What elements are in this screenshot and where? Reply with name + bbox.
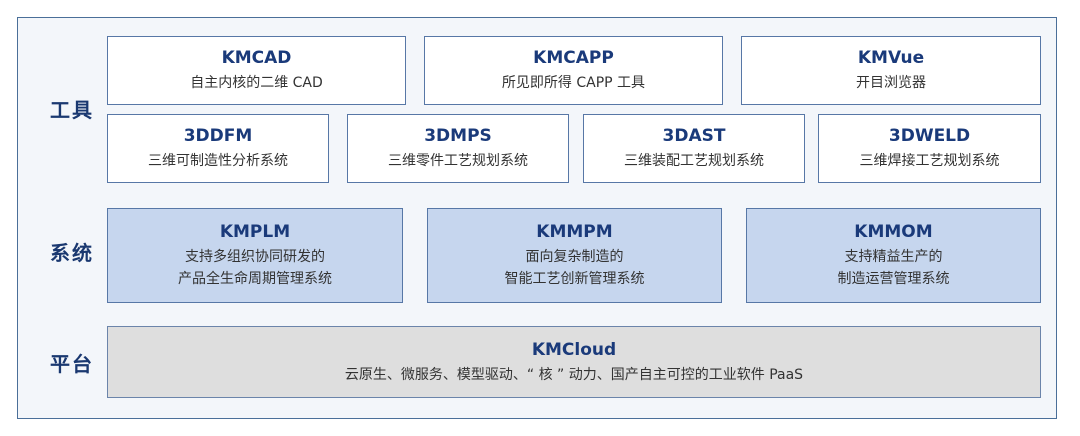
tool-desc: 三维装配工艺规划系统 xyxy=(624,153,764,169)
tool-title: 3DDFM xyxy=(183,126,253,146)
platform-desc: 云原生、微服务、模型驱动、“ 核 ” 动力、国产自主可控的工业软件 PaaS xyxy=(344,366,804,383)
platform-title: KMCloud xyxy=(531,339,617,360)
tool-desc: 三维零件工艺规划系统 xyxy=(388,153,528,169)
tool-title: 3DMPS xyxy=(424,126,492,146)
tool-box-3dweld: 3DWELD 三维焊接工艺规划系统 xyxy=(818,114,1041,183)
system-title: KMMPM xyxy=(536,222,613,242)
label-systems: 系统 xyxy=(50,241,94,265)
tool-desc: 自主内核的二维 CAD xyxy=(190,75,323,91)
tool-box-kmcad: KMCAD 自主内核的二维 CAD xyxy=(107,36,406,105)
system-desc-line2: 制造运营管理系统 xyxy=(837,271,950,287)
tool-title: KMCAPP xyxy=(533,48,614,68)
system-title: KMMOM xyxy=(854,222,933,242)
label-platform: 平台 xyxy=(50,352,94,376)
platform-box-kmcloud: KMCloud 云原生、微服务、模型驱动、“ 核 ” 动力、国产自主可控的工业软… xyxy=(107,326,1041,398)
system-title: KMPLM xyxy=(219,222,291,242)
system-box-kmmom: KMMOM 支持精益生产的 制造运营管理系统 xyxy=(746,208,1041,303)
tool-box-3dast: 3DAST 三维装配工艺规划系统 xyxy=(583,114,805,183)
tool-title: 3DWELD xyxy=(888,126,971,146)
system-desc-line1: 支持精益生产的 xyxy=(844,249,943,265)
tool-box-3dmps: 3DMPS 三维零件工艺规划系统 xyxy=(347,114,569,183)
tool-title: 3DAST xyxy=(662,126,726,146)
label-tools: 工具 xyxy=(50,98,94,122)
system-desc-line2: 智能工艺创新管理系统 xyxy=(504,271,645,287)
tool-title: KMVue xyxy=(857,48,925,68)
system-box-kmplm: KMPLM 支持多组织协同研发的 产品全生命周期管理系统 xyxy=(107,208,403,303)
tool-desc: 开目浏览器 xyxy=(856,75,926,91)
system-box-kmmpm: KMMPM 面向复杂制造的 智能工艺创新管理系统 xyxy=(427,208,722,303)
tool-title: KMCAD xyxy=(221,48,292,68)
system-desc-line1: 面向复杂制造的 xyxy=(525,249,624,265)
system-desc-line2: 产品全生命周期管理系统 xyxy=(178,271,332,287)
tool-box-kmvue: KMVue 开目浏览器 xyxy=(741,36,1041,105)
tool-box-kmcapp: KMCAPP 所见即所得 CAPP 工具 xyxy=(424,36,723,105)
tool-desc: 所见即所得 CAPP 工具 xyxy=(501,75,646,91)
tool-desc: 三维可制造性分析系统 xyxy=(148,153,288,169)
system-desc-line1: 支持多组织协同研发的 xyxy=(185,249,325,265)
tool-desc: 三维焊接工艺规划系统 xyxy=(859,153,1000,169)
tool-box-3ddfm: 3DDFM 三维可制造性分析系统 xyxy=(107,114,329,183)
